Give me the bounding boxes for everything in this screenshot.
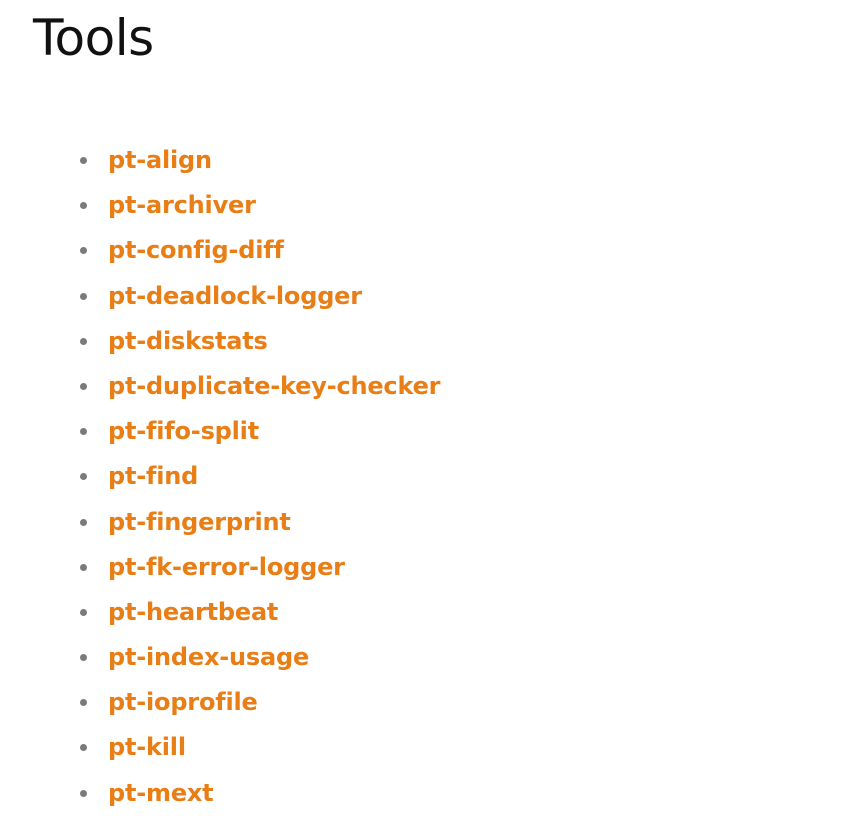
bullet-icon (80, 292, 87, 300)
bullet-icon (80, 382, 87, 390)
page-title: Tools (33, 9, 154, 67)
tool-list-item: pt-fingerprint (0, 500, 440, 545)
tool-list-item: pt-archiver (0, 183, 440, 228)
tool-list-item: pt-kill (0, 725, 440, 770)
tool-link-pt-mext[interactable]: pt-mext (108, 771, 214, 816)
tool-link-pt-align[interactable]: pt-align (108, 138, 212, 183)
tool-list-item: pt-heartbeat (0, 590, 440, 635)
tool-link-pt-index-usage[interactable]: pt-index-usage (108, 635, 309, 680)
tool-link-pt-heartbeat[interactable]: pt-heartbeat (108, 590, 278, 635)
bullet-icon (80, 699, 87, 707)
tool-list: pt-align pt-archiver pt-config-diff pt-d… (0, 138, 440, 816)
tool-link-pt-deadlock-logger[interactable]: pt-deadlock-logger (108, 274, 362, 319)
tool-list-item: pt-deadlock-logger (0, 274, 440, 319)
tool-list-item: pt-fk-error-logger (0, 545, 440, 590)
tool-link-pt-archiver[interactable]: pt-archiver (108, 183, 256, 228)
tool-link-pt-duplicate-key-checker[interactable]: pt-duplicate-key-checker (108, 364, 440, 409)
tool-link-pt-diskstats[interactable]: pt-diskstats (108, 319, 268, 364)
tool-list-item: pt-config-diff (0, 228, 440, 273)
tool-link-pt-kill[interactable]: pt-kill (108, 725, 186, 770)
bullet-icon (80, 789, 87, 797)
bullet-icon (80, 428, 87, 436)
bullet-icon (80, 157, 87, 164)
tool-link-pt-config-diff[interactable]: pt-config-diff (108, 228, 284, 273)
bullet-icon (80, 744, 87, 752)
bullet-icon (80, 563, 87, 571)
tool-list-item: pt-diskstats (0, 319, 440, 364)
tool-list-item: pt-index-usage (0, 635, 440, 680)
tool-list-item: pt-find (0, 454, 440, 499)
tool-list-item: pt-mext (0, 771, 440, 816)
tool-link-pt-ioprofile[interactable]: pt-ioprofile (108, 680, 258, 725)
tool-list-item: pt-duplicate-key-checker (0, 364, 440, 409)
bullet-icon (80, 608, 87, 616)
bullet-icon (80, 337, 87, 345)
bullet-icon (80, 247, 87, 255)
bullet-icon (80, 473, 87, 481)
tool-link-pt-fingerprint[interactable]: pt-fingerprint (108, 500, 291, 545)
tool-list-item: pt-align (0, 138, 440, 183)
bullet-icon (80, 654, 87, 662)
tool-link-pt-fk-error-logger[interactable]: pt-fk-error-logger (108, 545, 345, 590)
bullet-icon (80, 202, 87, 210)
tool-list-item: pt-ioprofile (0, 680, 440, 725)
tool-list-item: pt-fifo-split (0, 409, 440, 454)
bullet-icon (80, 518, 87, 526)
tool-link-pt-fifo-split[interactable]: pt-fifo-split (108, 409, 259, 454)
tool-link-pt-find[interactable]: pt-find (108, 454, 198, 499)
